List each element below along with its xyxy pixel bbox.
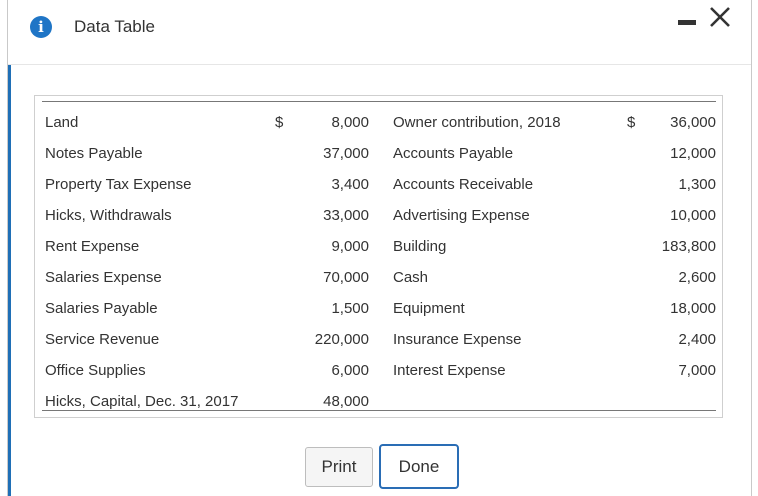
info-icon: i (30, 16, 52, 38)
left-value: 9,000 (331, 238, 369, 255)
right-value: 10,000 (670, 207, 716, 224)
right-value: 183,800 (661, 238, 716, 255)
right-label: Building (393, 238, 447, 255)
right-value: 36,000 (670, 114, 716, 131)
left-value: 6,000 (331, 362, 369, 379)
right-label: Interest Expense (393, 362, 506, 379)
right-label: Advertising Expense (393, 207, 530, 224)
left-value: 48,000 (323, 393, 369, 410)
left-label: Office Supplies (45, 362, 146, 379)
left-value: 33,000 (323, 207, 369, 224)
minimize-icon[interactable] (678, 20, 696, 25)
table-row: Notes Payable 37,000 Accounts Payable 12,00… (35, 145, 722, 167)
right-label: Cash (393, 269, 429, 286)
table-row: Hicks, Capital, Dec. 31, 2017 48,000 (35, 393, 722, 415)
left-label: Hicks, Capital, Dec. 31, 2017 (45, 393, 239, 410)
left-label: Notes Payable (45, 145, 143, 162)
right-value: 7,000 (678, 362, 716, 379)
table-row: Salaries Payable 1,500 Equipment 18,000 (35, 300, 722, 322)
right-value: 1,300 (678, 176, 716, 193)
left-label: Salaries Payable (45, 300, 158, 317)
table-row: Property Tax Expense 3,400 Accounts Receiv… (35, 176, 722, 198)
right-label: Insurance Expense (393, 331, 522, 348)
left-label: Land (45, 114, 79, 131)
right-label: Equipment (393, 300, 465, 317)
left-label: Hicks, Withdrawals (45, 207, 172, 224)
table-row: Land $8,000 Owner contribution, 2018 $36,00… (35, 114, 722, 136)
right-value: 18,000 (670, 300, 716, 317)
right-label: Accounts Receivable (393, 176, 534, 193)
left-value: 1,500 (331, 300, 369, 317)
table-row: Salaries Expense 70,000 Cash 2,600 (35, 269, 722, 291)
print-button[interactable]: Print (305, 447, 373, 487)
right-value: 2,400 (678, 331, 716, 348)
left-label: Service Revenue (45, 331, 160, 348)
right-label: Accounts Payable (393, 145, 514, 162)
dialog-title: Data Table (74, 17, 155, 36)
table-row: Hicks, Withdrawals 33,000 Advertising Expe… (35, 207, 722, 229)
close-icon[interactable] (708, 5, 732, 29)
right-value: 12,000 (670, 145, 716, 162)
left-value: 8,000 (331, 114, 369, 131)
done-button[interactable]: Done (379, 444, 459, 489)
table-row: Office Supplies 6,000 Interest Expense 7,00… (35, 362, 722, 384)
data-table-dialog: i Data Table Land $8,000 Owner contributio… (7, 0, 752, 496)
right-value: 2,600 (678, 269, 716, 286)
left-label: Salaries Expense (45, 269, 162, 286)
left-value: 37,000 (323, 145, 369, 162)
dialog-left-accent (8, 0, 11, 496)
dialog-titlebar: i Data Table (8, 0, 751, 65)
right-label: Owner contribution, 2018 (393, 114, 561, 131)
left-value: 3,400 (331, 176, 369, 193)
table-row: Rent Expense 9,000 Building 183,800 (35, 238, 722, 260)
data-table: Land $8,000 Owner contribution, 2018 $36,00… (34, 95, 723, 418)
left-value: 220,000 (314, 331, 369, 348)
table-row: Service Revenue 220,000 Insurance Expense 2… (35, 331, 722, 353)
left-label: Rent Expense (45, 238, 140, 255)
table-bottom-rule (42, 410, 716, 411)
left-label: Property Tax Expense (45, 176, 192, 193)
table-top-rule (42, 101, 716, 102)
left-value: 70,000 (323, 269, 369, 286)
